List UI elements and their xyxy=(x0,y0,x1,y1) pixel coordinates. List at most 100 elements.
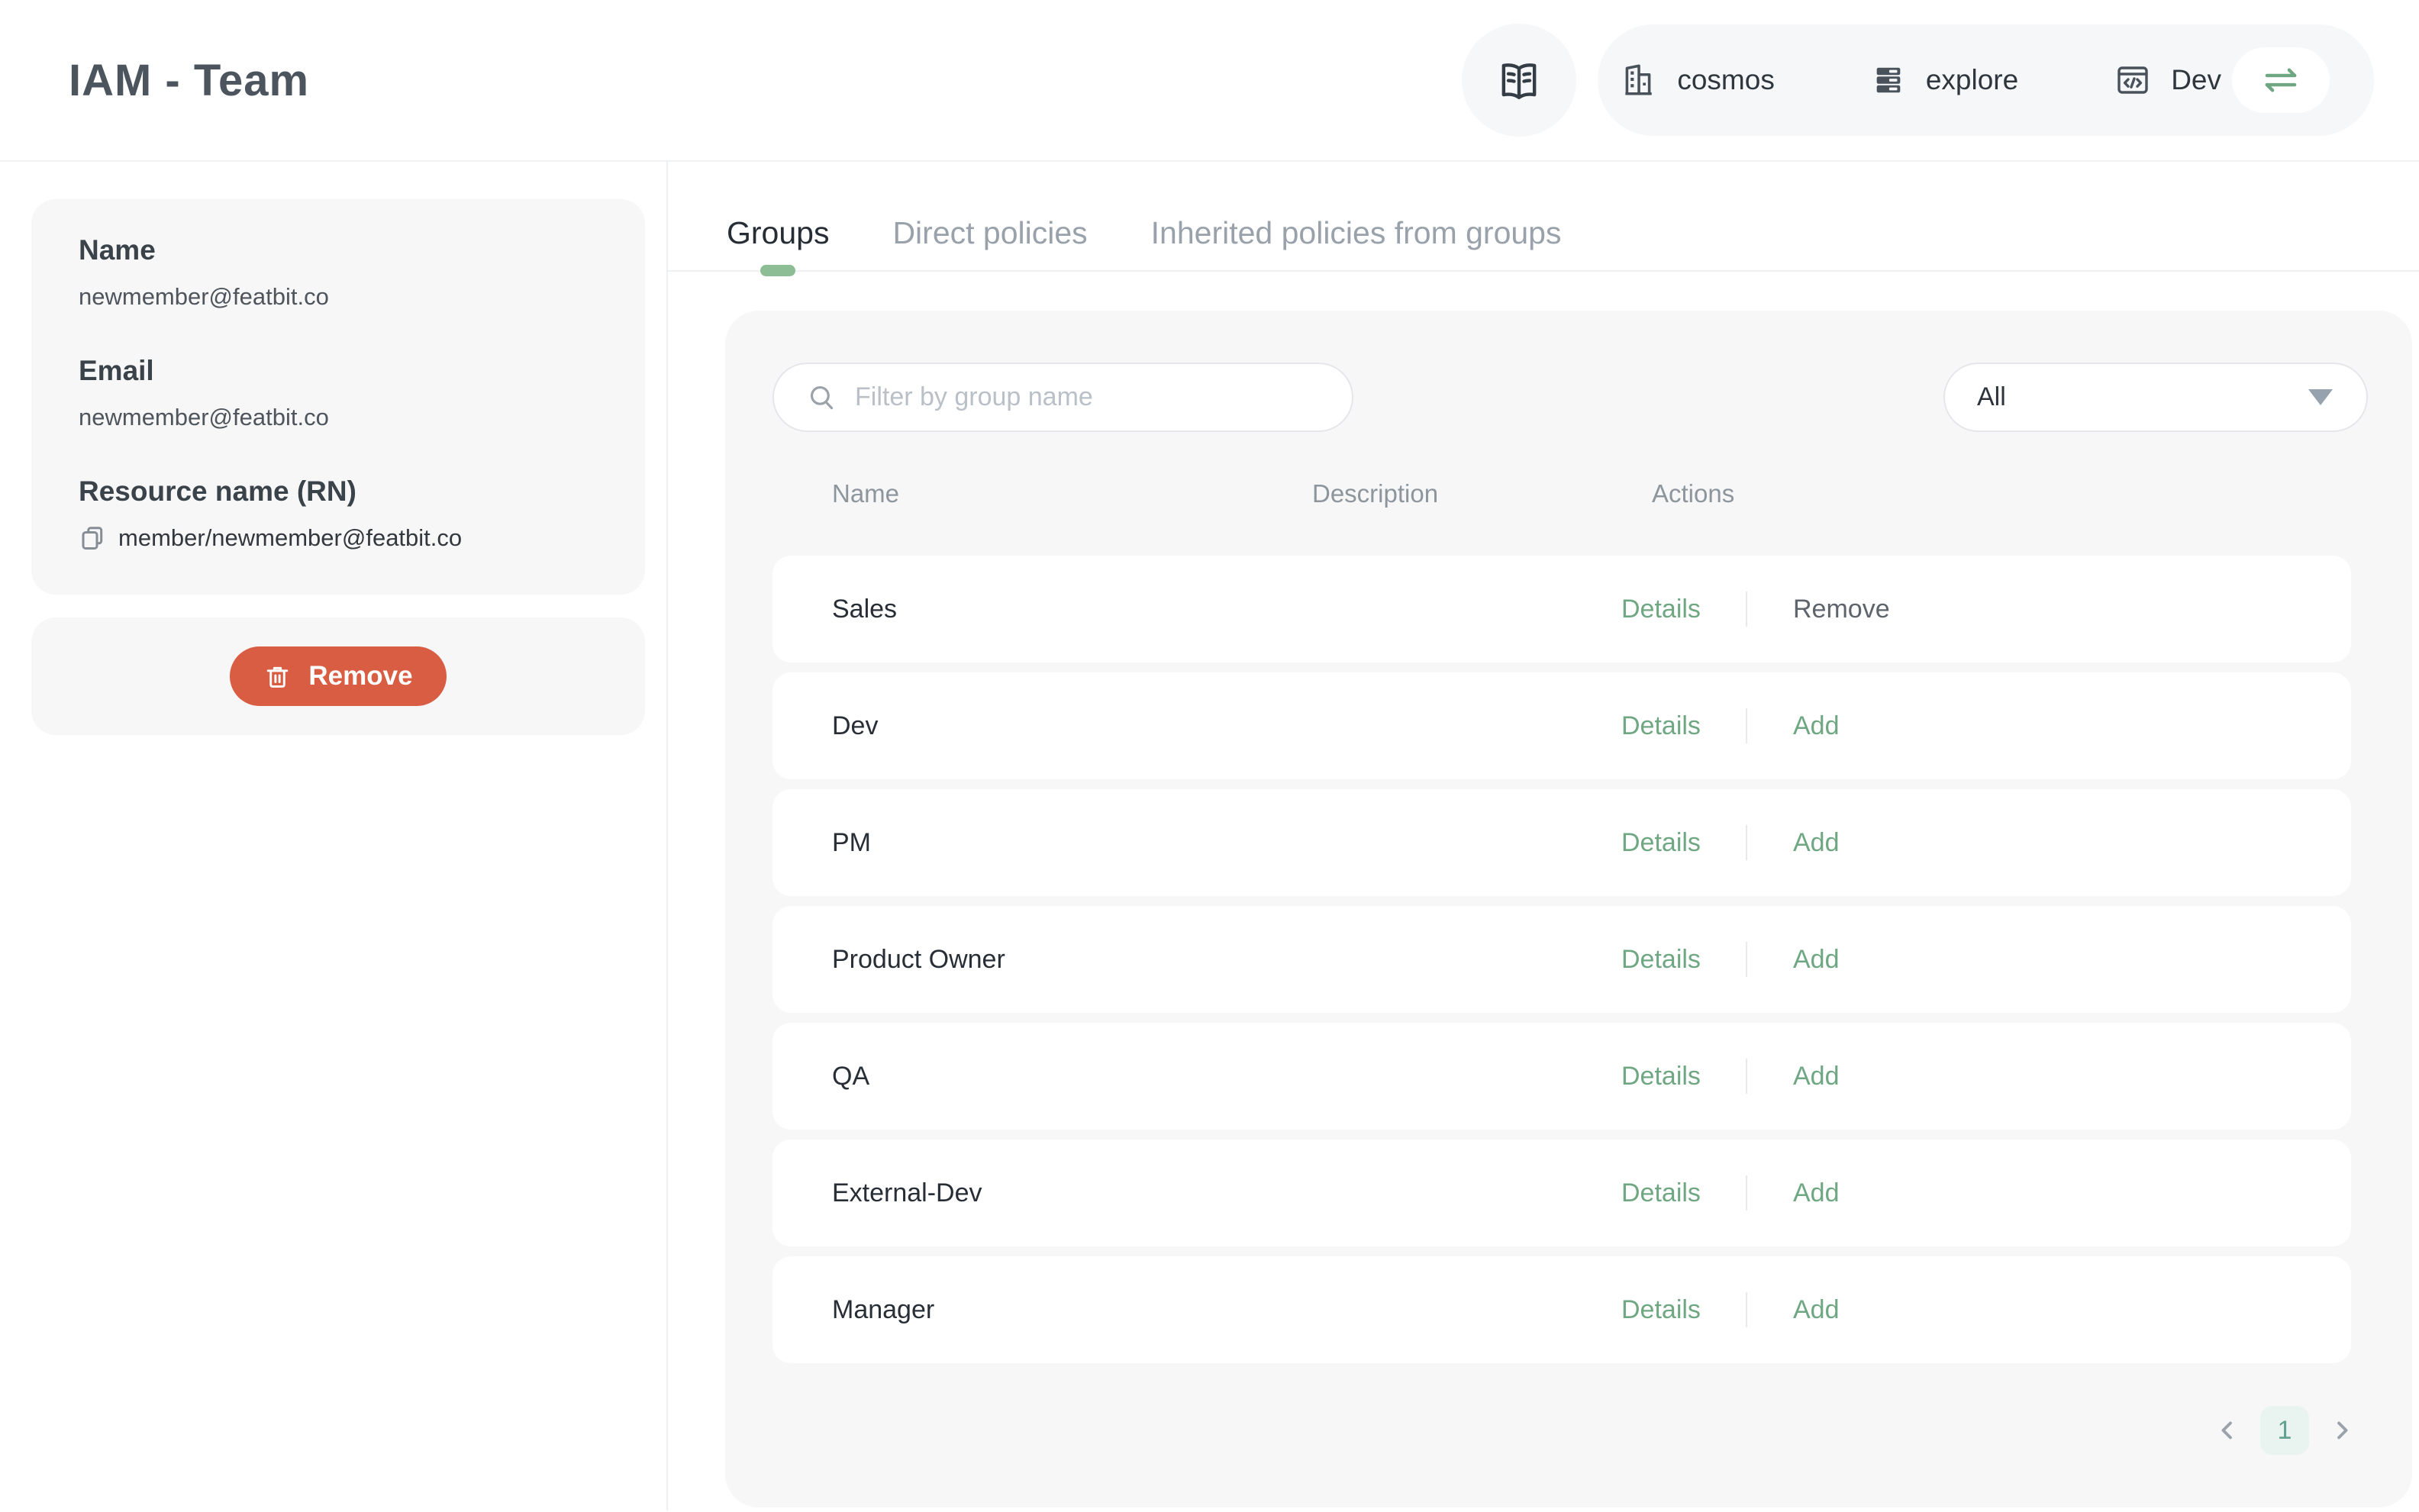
group-type-select[interactable]: All xyxy=(1943,363,2368,432)
project-label: explore xyxy=(1926,64,2018,96)
group-row: Product Owner Details Add xyxy=(772,906,2351,1013)
group-name: PM xyxy=(832,828,1312,858)
groups-panel: All Name Description Actions Sales Detai… xyxy=(725,311,2412,1507)
rn-value: member/newmember@featbit.co xyxy=(118,524,462,552)
group-rows: Sales Details Remove Dev Details Add PM … xyxy=(772,556,2368,1363)
docs-button[interactable] xyxy=(1462,24,1576,137)
rn-label: Resource name (RN) xyxy=(79,476,599,508)
search-icon xyxy=(806,382,838,414)
previous-page-button[interactable] xyxy=(2213,1416,2242,1445)
header-nav: cosmos explore xyxy=(1462,24,2374,137)
group-action-link[interactable]: Remove xyxy=(1793,595,1890,624)
group-type-value: All xyxy=(1977,382,2006,412)
main-content: Groups Direct policies Inherited policie… xyxy=(668,162,2419,1510)
member-name-field: Name newmember@featbit.co xyxy=(79,234,599,311)
group-details-link[interactable]: Details xyxy=(1621,1178,1746,1208)
tab-inherited-policies[interactable]: Inherited policies from groups xyxy=(1151,215,1562,251)
chevron-left-icon xyxy=(2213,1416,2242,1445)
tab-direct-policies[interactable]: Direct policies xyxy=(892,215,1087,251)
caret-down-icon xyxy=(2308,389,2333,405)
organization-label: cosmos xyxy=(1677,64,1774,96)
group-actions: Details Add xyxy=(1621,1059,2351,1094)
group-action-link[interactable]: Add xyxy=(1793,945,1840,975)
group-action-link[interactable]: Add xyxy=(1793,711,1840,741)
filter-row: All xyxy=(772,363,2368,432)
remove-card: Remove xyxy=(31,617,645,735)
group-name: QA xyxy=(832,1062,1312,1091)
group-row: PM Details Add xyxy=(772,789,2351,896)
environment-selector[interactable]: Dev xyxy=(2114,62,2221,98)
group-details-link[interactable]: Details xyxy=(1621,828,1746,858)
group-details-link[interactable]: Details xyxy=(1621,945,1746,975)
group-name: Dev xyxy=(832,711,1312,741)
app-header: IAM - Team xyxy=(0,0,2419,162)
open-book-icon xyxy=(1495,56,1543,104)
action-divider xyxy=(1746,825,1747,860)
page-title: IAM - Team xyxy=(69,55,309,106)
group-details-link[interactable]: Details xyxy=(1621,1295,1746,1325)
column-header-actions: Actions xyxy=(1621,479,2368,508)
action-divider xyxy=(1746,1175,1747,1211)
column-header-name: Name xyxy=(832,479,1312,508)
member-sidebar: Name newmember@featbit.co Email newmembe… xyxy=(0,162,668,1510)
member-info-card: Name newmember@featbit.co Email newmembe… xyxy=(31,199,645,595)
action-divider xyxy=(1746,592,1747,627)
environment-label: Dev xyxy=(2171,64,2221,96)
name-label: Name xyxy=(79,234,599,266)
group-search-input[interactable] xyxy=(855,382,1329,412)
group-action-link[interactable]: Add xyxy=(1793,1062,1840,1091)
buildings-icon xyxy=(1619,61,1657,99)
group-details-link[interactable]: Details xyxy=(1621,711,1746,741)
group-actions: Details Add xyxy=(1621,708,2351,743)
remove-member-button[interactable]: Remove xyxy=(230,646,446,706)
group-actions: Details Add xyxy=(1621,942,2351,977)
group-row: External-Dev Details Add xyxy=(772,1140,2351,1246)
trash-icon xyxy=(263,663,292,691)
tabs: Groups Direct policies Inherited policie… xyxy=(668,208,2419,258)
organization-selector[interactable]: cosmos xyxy=(1619,61,1774,99)
group-action-link[interactable]: Add xyxy=(1793,1295,1840,1325)
pagination: 1 xyxy=(772,1406,2368,1455)
switch-arrows-icon xyxy=(2259,58,2303,102)
action-divider xyxy=(1746,942,1747,977)
member-email-field: Email newmember@featbit.co xyxy=(79,355,599,431)
member-rn-field: Resource name (RN) member/newmember@feat… xyxy=(79,476,599,552)
group-actions: Details Add xyxy=(1621,1292,2351,1327)
group-name: External-Dev xyxy=(832,1178,1312,1208)
column-header-description: Description xyxy=(1312,479,1621,508)
table-header: Name Description Actions xyxy=(772,479,2368,508)
next-page-button[interactable] xyxy=(2327,1416,2356,1445)
action-divider xyxy=(1746,708,1747,743)
group-name: Sales xyxy=(832,595,1312,624)
group-action-link[interactable]: Add xyxy=(1793,828,1840,858)
current-page[interactable]: 1 xyxy=(2260,1406,2309,1455)
group-action-link[interactable]: Add xyxy=(1793,1178,1840,1208)
group-name: Product Owner xyxy=(832,945,1312,975)
group-name: Manager xyxy=(832,1295,1312,1325)
action-divider xyxy=(1746,1059,1747,1094)
copy-icon[interactable] xyxy=(79,524,106,552)
project-selector[interactable]: explore xyxy=(1871,63,2018,98)
group-search[interactable] xyxy=(772,363,1353,432)
tab-groups[interactable]: Groups xyxy=(727,215,829,251)
context-switcher: cosmos explore xyxy=(1598,24,2374,136)
group-row: Dev Details Add xyxy=(772,672,2351,779)
group-actions: Details Add xyxy=(1621,825,2351,860)
email-label: Email xyxy=(79,355,599,387)
action-divider xyxy=(1746,1292,1747,1327)
remove-button-label: Remove xyxy=(308,661,412,692)
group-row: Sales Details Remove xyxy=(772,556,2351,663)
email-value: newmember@featbit.co xyxy=(79,404,599,431)
group-row: QA Details Add xyxy=(772,1023,2351,1130)
group-actions: Details Add xyxy=(1621,1175,2351,1211)
chevron-right-icon xyxy=(2327,1416,2356,1445)
code-window-icon xyxy=(2114,62,2151,98)
group-actions: Details Remove xyxy=(1621,592,2351,627)
switch-button[interactable] xyxy=(2232,47,2330,113)
group-details-link[interactable]: Details xyxy=(1621,595,1746,624)
name-value: newmember@featbit.co xyxy=(79,283,599,311)
stack-icon xyxy=(1871,63,1906,98)
tab-divider xyxy=(668,270,2419,272)
group-details-link[interactable]: Details xyxy=(1621,1062,1746,1091)
group-row: Manager Details Add xyxy=(772,1256,2351,1363)
